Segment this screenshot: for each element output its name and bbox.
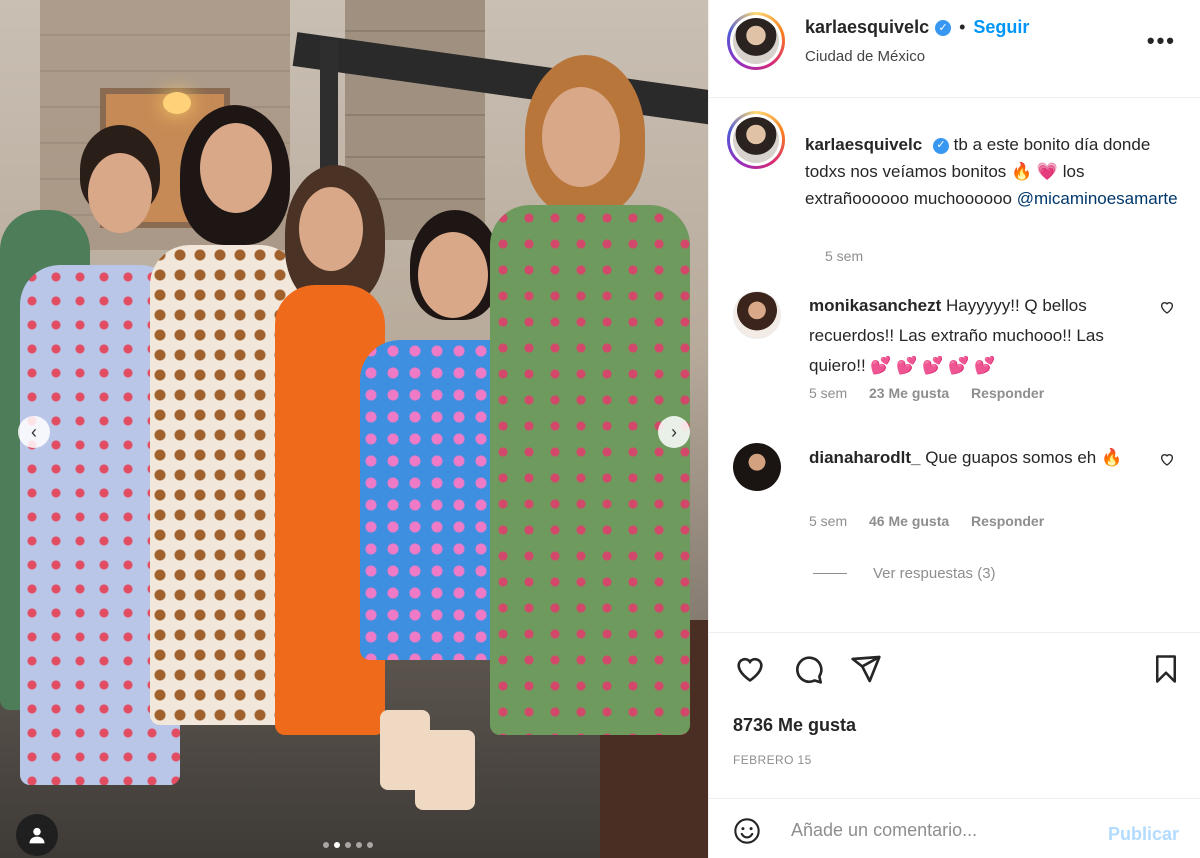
comment-bubble-icon[interactable] bbox=[791, 653, 825, 685]
camera-stand bbox=[320, 40, 338, 170]
post-header: karlaesquivelc ✓ • Seguir Ciudad de Méxi… bbox=[709, 0, 1200, 98]
comment-username[interactable]: monikasanchezt bbox=[809, 296, 941, 315]
commenter-avatar[interactable] bbox=[733, 291, 781, 339]
caption-username[interactable]: karlaesquivelc bbox=[805, 135, 922, 154]
carousel-indicator bbox=[323, 842, 373, 848]
comments-section[interactable]: karlaesquivelc ✓ tb a este bonito día do… bbox=[709, 99, 1200, 631]
comment-text-block: dianaharodlt_ Que guapos somos eh 🔥 bbox=[809, 443, 1149, 473]
like-heart-icon[interactable] bbox=[733, 653, 767, 685]
comment-username[interactable]: dianaharodlt_ bbox=[809, 448, 920, 467]
share-paper-plane-icon[interactable] bbox=[849, 653, 883, 685]
caption-text-block: karlaesquivelc ✓ tb a este bonito día do… bbox=[805, 131, 1185, 212]
carousel-dot bbox=[345, 842, 351, 848]
commenter-avatar[interactable] bbox=[733, 443, 781, 491]
comment-time: 5 sem bbox=[809, 385, 848, 401]
view-replies-button[interactable]: Ver respuestas (3) bbox=[813, 565, 996, 582]
comment-likes[interactable]: 46 Me gusta bbox=[869, 513, 949, 529]
carousel-dot bbox=[367, 842, 373, 848]
replies-divider bbox=[813, 573, 847, 574]
caption-avatar[interactable] bbox=[727, 111, 785, 169]
author-avatar[interactable] bbox=[727, 12, 785, 70]
reply-button[interactable]: Responder bbox=[971, 513, 1044, 529]
comment-likes[interactable]: 23 Me gusta bbox=[869, 385, 949, 401]
tagged-users-button[interactable] bbox=[16, 814, 58, 856]
like-comment-heart-icon[interactable] bbox=[1159, 451, 1175, 471]
next-photo-button[interactable]: › bbox=[658, 416, 690, 448]
caption-mention[interactable]: @micaminoesamarte bbox=[1017, 189, 1178, 208]
carousel-dot-active bbox=[334, 842, 340, 848]
post-date: FEBRERO 15 bbox=[733, 753, 812, 767]
separator: • bbox=[959, 17, 966, 37]
comment-input[interactable] bbox=[791, 815, 1081, 845]
emoji-smiley-icon[interactable] bbox=[733, 817, 761, 845]
previous-photo-button[interactable]: ‹ bbox=[18, 416, 50, 448]
verified-badge-icon: ✓ bbox=[935, 19, 952, 36]
comment-text-block: monikasanchezt Hayyyyy!! Q bellos recuer… bbox=[809, 291, 1149, 381]
user-icon bbox=[29, 827, 45, 844]
author-username[interactable]: karlaesquivelc bbox=[805, 17, 929, 38]
carousel-dot bbox=[356, 842, 362, 848]
carousel-dot bbox=[323, 842, 329, 848]
post-side-panel: karlaesquivelc ✓ • Seguir Ciudad de Méxi… bbox=[708, 0, 1200, 858]
post-location[interactable]: Ciudad de México bbox=[805, 48, 925, 65]
comment-time: 5 sem bbox=[809, 513, 848, 529]
post-photo[interactable]: ‹ › bbox=[0, 0, 708, 858]
reply-button[interactable]: Responder bbox=[971, 385, 1044, 401]
follow-button[interactable]: Seguir bbox=[973, 17, 1029, 38]
more-options-icon[interactable]: ••• bbox=[1147, 28, 1176, 54]
add-comment-bar: Publicar bbox=[709, 798, 1200, 858]
save-bookmark-icon[interactable] bbox=[1151, 653, 1181, 685]
likes-count[interactable]: 8736 Me gusta bbox=[733, 715, 856, 736]
person-6 bbox=[480, 55, 690, 755]
post-actions: 8736 Me gusta FEBRERO 15 bbox=[709, 632, 1200, 798]
publish-button[interactable]: Publicar bbox=[1108, 824, 1179, 845]
comment-text: Que guapos somos eh 🔥 bbox=[925, 448, 1123, 467]
caption-time: 5 sem bbox=[825, 248, 864, 264]
comment-meta: 5 sem 46 Me gusta Responder bbox=[809, 513, 1044, 529]
comment-meta: 5 sem 23 Me gusta Responder bbox=[809, 385, 1044, 401]
verified-badge-icon: ✓ bbox=[932, 137, 949, 154]
like-comment-heart-icon[interactable] bbox=[1159, 299, 1175, 319]
view-replies-label: Ver respuestas (3) bbox=[873, 565, 996, 582]
